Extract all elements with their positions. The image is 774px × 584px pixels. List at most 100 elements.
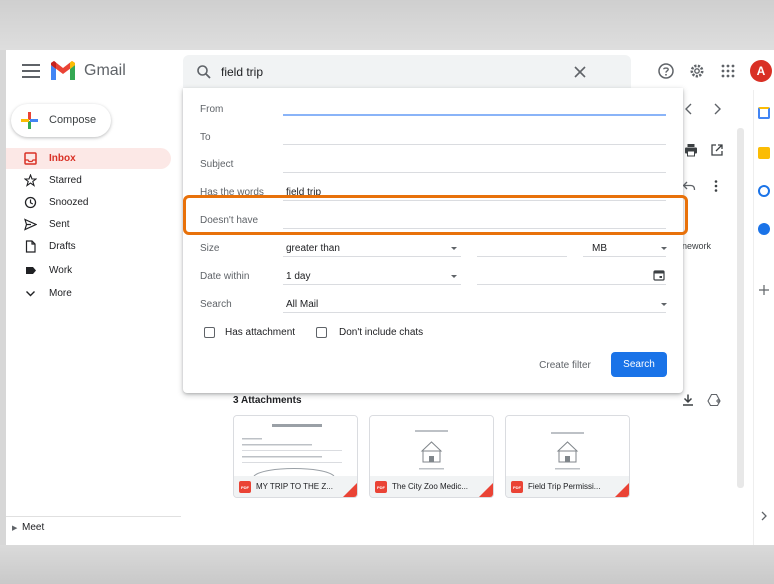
search-icon[interactable] [196,64,212,80]
attachment-name: Field Trip Permissi... [528,482,601,491]
tasks-icon[interactable] [758,185,770,197]
send-icon [24,218,37,231]
dropdown-arrow-icon[interactable] [451,247,457,250]
attachment-thumbnail [370,416,493,476]
attachment-card[interactable]: PDF MY TRIP TO THE Z... [233,415,358,498]
clock-icon [24,196,37,209]
reply-icon[interactable] [682,179,696,193]
school-preview-icon [415,430,448,470]
star-icon [24,174,37,187]
subject-input[interactable] [283,172,666,173]
size-label: Size [200,243,220,254]
chevron-right-icon[interactable] [710,102,724,116]
gmail-logo-text: Gmail [84,62,126,79]
pdf-icon: PDF [511,481,523,493]
dropdown-arrow-icon[interactable] [451,275,457,278]
has-attachment-checkbox[interactable] [204,327,215,338]
side-panel [753,90,774,545]
chevron-right-icon[interactable] [758,510,770,522]
calendar-icon[interactable] [758,107,770,119]
meet-label: Meet [22,522,45,533]
date-within-select[interactable]: 1 day [286,271,310,282]
sidebar-item-label: Inbox [49,153,76,164]
close-icon[interactable] [572,64,588,80]
video-frame-bottom [0,545,774,584]
search-scope-underline [283,312,666,313]
compose-button[interactable]: Compose [11,104,111,137]
dont-include-chats-label: Don't include chats [339,327,424,338]
attachment-card[interactable]: PDF The City Zoo Medic... [369,415,494,498]
size-value-input[interactable] [477,256,567,257]
video-frame-top [0,0,774,50]
inbox-icon [24,152,37,165]
email-peek-text: nework [682,241,712,251]
sidebar-item-label: Work [49,265,73,276]
date-within-underline [283,284,461,285]
gear-icon[interactable] [688,62,706,80]
scrollbar[interactable] [737,128,744,488]
attachment-footer: PDF Field Trip Permissi... [506,476,629,497]
sidebar-item-drafts[interactable]: Drafts [6,236,171,257]
subject-highlight-box [183,195,688,235]
chevron-down-icon [26,291,35,297]
download-icon[interactable] [681,393,695,407]
attachment-name: The City Zoo Medic... [392,482,469,491]
help-icon[interactable] [657,62,675,80]
attachment-footer: PDF MY TRIP TO THE Z... [234,476,357,497]
advanced-search-panel: From To Subject Has the words field trip… [183,88,683,393]
sidebar-item-snoozed[interactable]: Snoozed [6,192,171,213]
sidebar-item-sent[interactable]: Sent [6,214,171,235]
size-operator-select[interactable]: greater than [286,243,340,254]
search-bar[interactable] [183,55,631,89]
meet-section[interactable]: ▶ Meet [6,516,181,538]
pdf-icon: PDF [239,481,251,493]
attachments-title: 3 Attachments [233,395,302,406]
page-fold-icon [479,483,493,497]
dropdown-arrow-icon[interactable] [661,303,667,306]
attachment-thumbnail [234,416,357,477]
sidebar-item-label: Starred [49,175,82,186]
attachment-card[interactable]: PDF Field Trip Permissi... [505,415,630,498]
file-icon [25,240,36,253]
print-icon[interactable] [684,143,698,157]
open-in-new-icon[interactable] [710,143,724,157]
sidebar-item-label: Snoozed [49,197,89,208]
from-label: From [200,104,224,115]
keep-icon[interactable] [758,147,770,159]
gmail-window: Gmail A Compos [6,50,774,545]
search-button[interactable]: Search [611,352,667,377]
gmail-logo-icon [51,61,75,80]
sidebar-item-more[interactable]: More [6,283,171,304]
search-scope-label: Search [200,299,232,310]
dont-include-chats-checkbox[interactable] [316,327,327,338]
date-within-label: Date within [200,271,250,282]
chevron-right-icon: ▶ [12,525,18,532]
size-unit-select[interactable]: MB [592,243,607,254]
attachment-footer: PDF The City Zoo Medic... [370,476,493,497]
dropdown-arrow-icon[interactable] [661,247,667,250]
search-input[interactable] [221,63,561,81]
plus-icon[interactable] [758,284,770,296]
sidebar-item-label: Sent [49,219,70,230]
to-input[interactable] [283,144,666,145]
sidebar-item-inbox[interactable]: Inbox [6,148,171,169]
more-vert-icon[interactable] [709,179,723,193]
to-label: To [200,132,211,143]
school-preview-icon [551,432,584,470]
avatar[interactable]: A [750,60,772,82]
size-unit-underline [583,256,666,257]
date-input[interactable] [477,284,666,285]
compose-label: Compose [49,114,97,126]
attachment-thumbnail [506,416,629,476]
from-input[interactable] [283,114,666,116]
chevron-left-icon[interactable] [682,102,696,116]
contacts-icon[interactable] [758,223,770,235]
add-to-drive-icon[interactable] [707,393,721,407]
create-filter-button[interactable]: Create filter [530,355,600,375]
calendar-icon[interactable] [653,269,665,281]
sidebar-item-work[interactable]: Work [6,260,171,281]
sidebar-item-starred[interactable]: Starred [6,170,171,191]
search-scope-select[interactable]: All Mail [286,299,318,310]
main-menu-icon[interactable] [22,64,40,78]
apps-grid-icon[interactable] [719,62,737,80]
